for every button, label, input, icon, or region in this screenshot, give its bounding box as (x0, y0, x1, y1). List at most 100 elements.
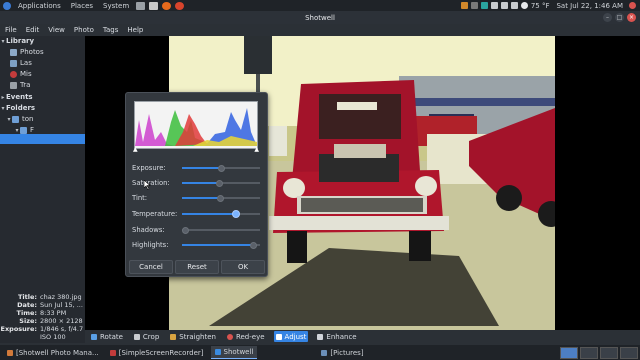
menu-applications[interactable]: Applications (18, 2, 61, 10)
red-eye-icon (226, 333, 233, 340)
sidebar-item-label: Las (20, 59, 32, 67)
workspace-1[interactable] (560, 347, 578, 359)
ok-button[interactable]: OK (221, 260, 265, 274)
sidebar-item-photos[interactable]: Photos (10, 47, 44, 57)
close-button[interactable]: × (627, 13, 636, 22)
trash-icon (10, 81, 17, 89)
rotate-button[interactable]: Rotate (89, 331, 125, 342)
task-pictures[interactable]: [Pictures] (317, 347, 367, 359)
terminal-icon[interactable] (136, 1, 146, 10)
volume-icon[interactable] (500, 2, 508, 9)
red-eye-button[interactable]: Red-eye (225, 331, 267, 342)
sidebar: ▾ Library Photos Las Mis Tra ▸ Events ▾ … (0, 36, 85, 343)
maximize-button[interactable]: □ (615, 13, 624, 22)
shadows-slider[interactable] (182, 227, 260, 234)
temperature-slider[interactable] (182, 210, 260, 218)
exposure-label: Exposure: (132, 164, 166, 172)
sidebar-selected-row[interactable] (0, 134, 85, 144)
firefox-icon[interactable] (162, 1, 172, 10)
reset-button[interactable]: Reset (175, 260, 219, 274)
menu-tags[interactable]: Tags (103, 26, 119, 34)
saturation-slider[interactable] (182, 180, 260, 187)
taskbar: [Shotwell Photo Mana... [SimpleScreenRec… (0, 345, 640, 360)
shotwell-window-icon (214, 349, 221, 355)
folder-icon (321, 349, 328, 356)
sidebar-item-label: Tra (20, 81, 31, 89)
workspace-3[interactable] (600, 347, 618, 359)
photo-viewer[interactable]: ▲ ▲ Exposure: Saturation: Tint: Temperat… (85, 36, 640, 330)
histogram-left-handle-icon[interactable]: ▲ (133, 146, 138, 153)
sidebar-library[interactable]: ▾ Library (0, 36, 34, 46)
power-icon[interactable] (629, 2, 636, 9)
crop-button[interactable]: Crop (132, 331, 161, 342)
workspace-2[interactable] (580, 347, 598, 359)
sidebar-item-folder[interactable]: ▾ ton (6, 114, 33, 124)
tray-network-icon[interactable] (480, 2, 488, 9)
folder-icon (12, 115, 19, 123)
task-label: [SimpleScreenRecorder] (118, 348, 204, 357)
menu-photo[interactable]: Photo (74, 26, 94, 34)
clock[interactable]: Sat Jul 22, 1:46 AM (556, 2, 623, 10)
chrome-icon[interactable] (175, 1, 185, 10)
edit-toolbar: Rotate Crop Straighten Red-eye Adjust En… (85, 330, 640, 343)
enhance-button[interactable]: Enhance (315, 331, 358, 342)
task-screen-recorder[interactable]: [SimpleScreenRecorder] (106, 347, 208, 359)
tool-label: Crop (142, 332, 160, 341)
weather-icon[interactable] (520, 2, 528, 9)
task-label: Shotwell (223, 348, 254, 356)
folder-icon (20, 126, 27, 134)
menu-system[interactable]: System (103, 2, 129, 10)
minimize-button[interactable]: – (603, 13, 612, 22)
files-icon[interactable] (149, 1, 159, 10)
menu-view[interactable]: View (48, 26, 65, 34)
photos-icon (10, 48, 17, 56)
menubar: File Edit View Photo Tags Help (0, 24, 640, 36)
sidebar-item-last-import[interactable]: Las (10, 58, 32, 68)
menu-places[interactable]: Places (71, 2, 93, 10)
adjust-icon (275, 333, 282, 340)
highlights-slider[interactable] (182, 242, 260, 249)
shadows-label: Shadows: (132, 226, 165, 234)
sidebar-item-label: Events (6, 93, 33, 101)
enhance-icon (317, 333, 324, 340)
tool-label: Adjust (284, 332, 307, 341)
histogram-graph (135, 108, 257, 146)
missing-icon (10, 70, 17, 78)
sidebar-item-label: Folders (6, 104, 36, 112)
tint-slider[interactable] (182, 195, 260, 202)
property-exposure: Exposure: 1/846 s, f/4.7 (0, 325, 84, 333)
histogram-right-handle-icon[interactable]: ▲ (254, 146, 259, 153)
shadows-slider-row: Shadows: (132, 225, 262, 235)
crop-icon (133, 333, 140, 340)
sidebar-item-trash[interactable]: Tra (10, 80, 30, 90)
weather-temperature[interactable]: 75 °F (531, 2, 550, 10)
workspace-4[interactable] (620, 347, 638, 359)
cancel-button[interactable]: Cancel (129, 260, 173, 274)
straighten-button[interactable]: Straighten (168, 331, 218, 342)
sidebar-item-missing[interactable]: Mis (10, 69, 32, 79)
bluetooth-icon[interactable] (510, 2, 518, 9)
property-time: Time: 8:33 PM (16, 309, 67, 317)
exposure-slider-row: Exposure: (132, 163, 262, 173)
sidebar-folders[interactable]: ▾ Folders (0, 103, 35, 113)
menu-file[interactable]: File (5, 26, 17, 34)
highlights-slider-row: Highlights: (132, 240, 262, 250)
tint-label: Tint: (132, 194, 148, 202)
window-title: Shotwell (305, 13, 335, 22)
menu-help[interactable]: Help (127, 26, 143, 34)
sidebar-events[interactable]: ▸ Events (0, 92, 33, 102)
menu-edit[interactable]: Edit (26, 26, 40, 34)
tray-app-icon[interactable] (460, 2, 468, 9)
adjust-button[interactable]: Adjust (273, 331, 309, 342)
shotwell-icon (7, 349, 13, 356)
task-shotwell-manager[interactable]: [Shotwell Photo Mana... (3, 347, 103, 359)
recorder-icon (109, 349, 116, 356)
exposure-slider[interactable] (182, 165, 260, 172)
task-shotwell[interactable]: Shotwell (210, 346, 258, 359)
applications-icon[interactable] (3, 1, 11, 10)
tray-update-icon[interactable] (470, 2, 478, 9)
tray-clipboard-icon[interactable] (490, 2, 498, 9)
property-size: Size: 2800 × 2128 (19, 317, 83, 325)
sidebar-item-label: F (30, 126, 35, 134)
histogram[interactable]: ▲ ▲ (133, 101, 259, 153)
